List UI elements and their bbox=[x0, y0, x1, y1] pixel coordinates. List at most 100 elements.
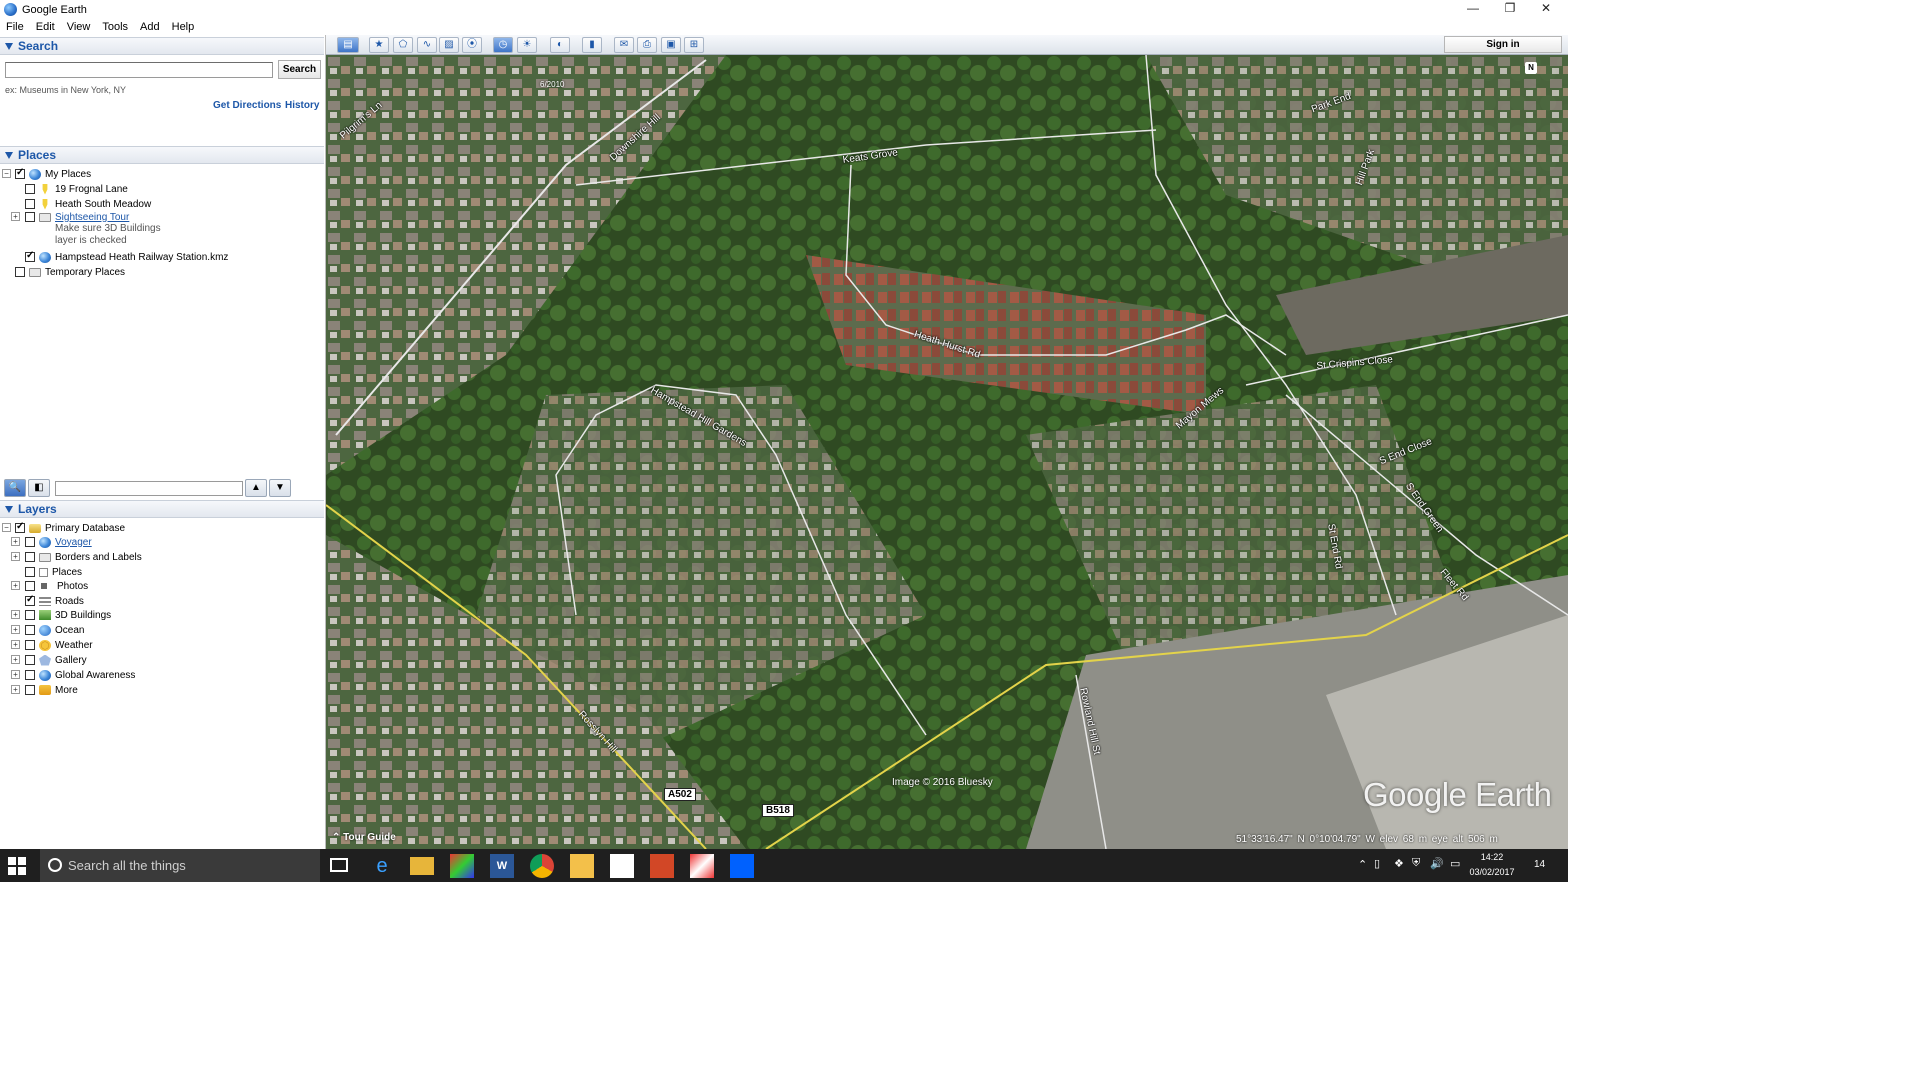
place-item[interactable]: 19 Frognal Lane bbox=[25, 182, 128, 196]
historical-imagery-icon[interactable]: ◷ bbox=[493, 37, 513, 53]
menu-view[interactable]: View bbox=[61, 21, 97, 33]
add-placemark-icon[interactable]: ★ bbox=[369, 37, 389, 53]
history-link[interactable]: History bbox=[285, 100, 319, 111]
layer-checkbox[interactable] bbox=[25, 670, 35, 680]
layer-expander[interactable]: + bbox=[11, 640, 20, 649]
layer-checkbox[interactable] bbox=[25, 685, 35, 695]
menu-tools[interactable]: Tools bbox=[96, 21, 134, 33]
my-places-checkbox[interactable] bbox=[15, 167, 25, 179]
primary-database-row[interactable]: Primary Database bbox=[15, 521, 125, 535]
sightseeing-expander[interactable]: + bbox=[11, 212, 20, 221]
layer-checkbox[interactable] bbox=[25, 567, 35, 577]
place-item[interactable]: Sightseeing Tour bbox=[25, 210, 129, 224]
print-icon[interactable]: ⎙ bbox=[637, 37, 657, 53]
edge-browser-icon[interactable]: e bbox=[370, 854, 394, 878]
dropbox-icon[interactable] bbox=[730, 854, 754, 878]
shield-tray-icon[interactable]: ⛨ bbox=[1412, 857, 1420, 870]
action-center-icon[interactable]: 14 bbox=[1534, 859, 1545, 870]
layer-item[interactable]: Borders and Labels bbox=[25, 550, 142, 564]
temporary-places-checkbox[interactable] bbox=[15, 267, 25, 277]
layer-checkbox[interactable] bbox=[25, 581, 35, 591]
voyager-link[interactable]: Voyager bbox=[55, 537, 92, 548]
search-input[interactable] bbox=[5, 62, 273, 78]
sidebar-toggle-icon[interactable]: ▤ bbox=[337, 37, 359, 53]
layer-item[interactable]: Ocean bbox=[25, 623, 84, 637]
layer-item[interactable]: Photos bbox=[25, 579, 88, 593]
places-panel-header[interactable]: Places bbox=[0, 146, 324, 164]
layer-expander[interactable]: + bbox=[11, 537, 20, 546]
layer-checkbox[interactable] bbox=[25, 640, 35, 650]
search-places-icon[interactable]: 🔍 bbox=[4, 479, 26, 497]
save-image-icon[interactable]: ▣ bbox=[661, 37, 681, 53]
add-path-icon[interactable]: ∿ bbox=[417, 37, 437, 53]
historical-imagery-date[interactable]: 6/2010 bbox=[540, 80, 564, 89]
layers-panel-header[interactable]: Layers bbox=[0, 500, 324, 518]
add-polygon-icon[interactable]: ⬠ bbox=[393, 37, 413, 53]
word-icon[interactable]: W bbox=[490, 854, 514, 878]
place-checkbox[interactable] bbox=[25, 212, 35, 222]
layer-expander[interactable]: + bbox=[11, 670, 20, 679]
notepad-icon[interactable] bbox=[610, 854, 634, 878]
move-down-icon[interactable]: ▼ bbox=[269, 479, 291, 497]
layer-item[interactable]: Weather bbox=[25, 638, 93, 652]
layer-item[interactable]: Roads bbox=[25, 594, 84, 608]
network-icon[interactable]: ▭ bbox=[1450, 857, 1460, 870]
menu-file[interactable]: File bbox=[0, 21, 30, 33]
layer-checkbox[interactable] bbox=[25, 655, 35, 665]
my-places-row[interactable]: My Places bbox=[15, 167, 91, 181]
menu-add[interactable]: Add bbox=[134, 21, 166, 33]
volume-icon[interactable]: 🔊 bbox=[1430, 857, 1444, 870]
map-view[interactable]: Pilgrim's Ln Downshire Hill Keats Grove … bbox=[326, 55, 1568, 849]
places-filter-input[interactable] bbox=[55, 481, 243, 496]
north-compass-icon[interactable]: N bbox=[1525, 62, 1537, 74]
menu-help[interactable]: Help bbox=[166, 21, 201, 33]
place-item[interactable]: Hampstead Heath Railway Station.kmz bbox=[25, 250, 228, 264]
place-checkbox[interactable] bbox=[25, 250, 35, 262]
layer-expander[interactable]: + bbox=[11, 552, 20, 561]
record-tour-icon[interactable]: ⦿ bbox=[462, 37, 482, 53]
minimize-button[interactable]: — bbox=[1455, 0, 1491, 19]
search-button[interactable]: Search bbox=[278, 60, 321, 79]
chrome-icon[interactable] bbox=[530, 854, 554, 878]
layer-item[interactable]: Voyager bbox=[25, 535, 92, 549]
layer-expander[interactable]: + bbox=[11, 625, 20, 634]
layer-checkbox[interactable] bbox=[25, 552, 35, 562]
dropbox-tray-icon[interactable]: ❖ bbox=[1394, 857, 1404, 870]
sunlight-icon[interactable]: ☀ bbox=[517, 37, 537, 53]
primary-database-checkbox[interactable] bbox=[15, 521, 25, 533]
primary-database-expander[interactable]: − bbox=[2, 523, 11, 532]
email-icon[interactable]: ✉ bbox=[614, 37, 634, 53]
sightseeing-tour-link[interactable]: Sightseeing Tour bbox=[55, 212, 129, 223]
taskbar-search-box[interactable]: Search all the things bbox=[40, 849, 320, 882]
close-button[interactable]: ✕ bbox=[1528, 0, 1564, 19]
layer-expander[interactable]: + bbox=[11, 685, 20, 694]
task-view-icon[interactable] bbox=[330, 858, 348, 872]
layer-expander[interactable]: + bbox=[11, 610, 20, 619]
restore-button[interactable]: ❐ bbox=[1492, 0, 1528, 19]
view-in-maps-icon[interactable]: ⊞ bbox=[684, 37, 704, 53]
layer-item[interactable]: More bbox=[25, 683, 78, 697]
file-explorer-icon[interactable] bbox=[410, 857, 434, 875]
powerpoint-icon[interactable] bbox=[650, 854, 674, 878]
layer-expander[interactable]: + bbox=[11, 655, 20, 664]
layer-checkbox[interactable] bbox=[25, 625, 35, 635]
tour-guide-button[interactable]: ⌃ Tour Guide bbox=[332, 832, 396, 843]
clock-date[interactable]: 03/02/2017 bbox=[1466, 867, 1518, 877]
my-places-expander[interactable]: − bbox=[2, 169, 11, 178]
move-up-icon[interactable]: ▲ bbox=[245, 479, 267, 497]
menu-edit[interactable]: Edit bbox=[30, 21, 61, 33]
layer-expander[interactable]: + bbox=[11, 581, 20, 590]
place-checkbox[interactable] bbox=[25, 184, 35, 194]
photo-app-icon[interactable] bbox=[450, 854, 474, 878]
place-checkbox[interactable] bbox=[25, 199, 35, 209]
layer-item[interactable]: Global Awareness bbox=[25, 668, 135, 682]
add-image-overlay-icon[interactable]: ▨ bbox=[439, 37, 459, 53]
layer-checkbox[interactable] bbox=[25, 594, 35, 606]
folder-app-icon[interactable] bbox=[570, 854, 594, 878]
sign-in-button[interactable]: Sign in bbox=[1444, 36, 1562, 53]
panel-toggle-icon[interactable]: ◧ bbox=[28, 479, 50, 497]
windows-start-icon[interactable] bbox=[8, 857, 26, 875]
search-panel-header[interactable]: Search bbox=[0, 37, 324, 55]
tray-chevron-up-icon[interactable]: ⌃ bbox=[1358, 858, 1367, 871]
clock-time[interactable]: 14:22 bbox=[1472, 852, 1512, 862]
